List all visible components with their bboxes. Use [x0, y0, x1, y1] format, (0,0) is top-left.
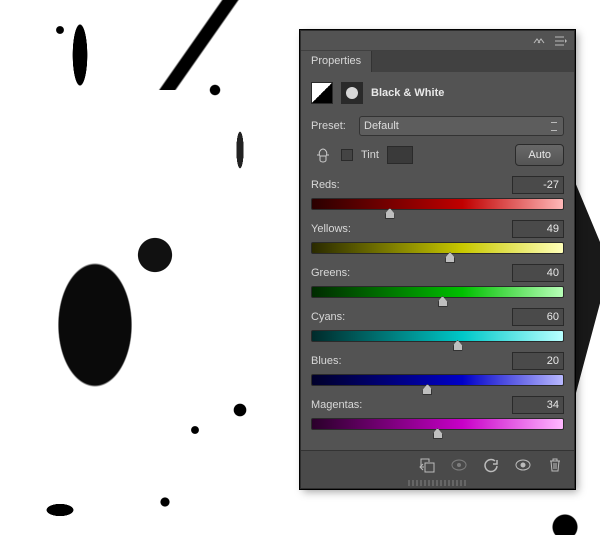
panel-menu-icon[interactable] [554, 34, 568, 48]
slider-reds: Reds: [311, 176, 564, 210]
panel-footer [301, 450, 574, 478]
slider-cyans: Cyans: [311, 308, 564, 342]
slider-magentas: Magentas: [311, 396, 564, 430]
properties-panel: Properties Black & White Preset: Default… [300, 30, 575, 489]
preset-row: Preset: Default [311, 116, 564, 136]
panel-body: Black & White Preset: Default Tint Auto … [301, 72, 574, 450]
tint-row: Tint Auto [311, 144, 564, 166]
slider-thumb-magentas[interactable] [433, 428, 443, 439]
slider-track-cyans[interactable] [311, 330, 564, 342]
collapse-icon[interactable] [532, 34, 546, 48]
slider-value-blues[interactable] [512, 352, 564, 370]
slider-track-magentas[interactable] [311, 418, 564, 430]
slider-value-yellows[interactable] [512, 220, 564, 238]
slider-track-blues[interactable] [311, 374, 564, 386]
delete-icon[interactable] [546, 456, 564, 474]
slider-label-blues: Blues: [311, 355, 342, 367]
slider-track-yellows[interactable] [311, 242, 564, 254]
adjustment-type-row: Black & White [311, 78, 564, 112]
slider-label-cyans: Cyans: [311, 311, 345, 323]
reset-icon[interactable] [482, 456, 500, 474]
preset-select[interactable]: Default [359, 116, 564, 136]
tint-checkbox[interactable] [341, 149, 353, 161]
adjustment-name: Black & White [371, 87, 444, 99]
slider-blues: Blues: [311, 352, 564, 386]
view-previous-state-icon[interactable] [450, 456, 468, 474]
layer-mask-icon[interactable] [341, 82, 363, 104]
slider-track-greens[interactable] [311, 286, 564, 298]
slider-yellows: Yellows: [311, 220, 564, 254]
slider-greens: Greens: [311, 264, 564, 298]
slider-label-reds: Reds: [311, 179, 340, 191]
black-white-adjustment-icon[interactable] [311, 82, 333, 104]
slider-label-yellows: Yellows: [311, 223, 351, 235]
toggle-visibility-icon[interactable] [514, 456, 532, 474]
slider-thumb-cyans[interactable] [453, 340, 463, 351]
slider-label-greens: Greens: [311, 267, 350, 279]
panel-resize-grip[interactable] [301, 478, 574, 488]
tint-label: Tint [361, 149, 379, 161]
sliders-group: Reds: Yellows: Greens: Cyans: Blues: Magentas… [311, 176, 564, 430]
panel-titlebar [301, 31, 574, 51]
slider-thumb-yellows[interactable] [445, 252, 455, 263]
slider-value-magentas[interactable] [512, 396, 564, 414]
slider-value-reds[interactable] [512, 176, 564, 194]
slider-value-greens[interactable] [512, 264, 564, 282]
tint-color-swatch[interactable] [387, 146, 413, 164]
slider-thumb-blues[interactable] [422, 384, 432, 395]
slider-label-magentas: Magentas: [311, 399, 362, 411]
targeted-adjustment-icon[interactable] [313, 147, 333, 163]
tab-properties[interactable]: Properties [301, 51, 372, 72]
slider-value-cyans[interactable] [512, 308, 564, 326]
panel-tabs: Properties [301, 51, 574, 72]
auto-button[interactable]: Auto [515, 144, 564, 166]
slider-track-reds[interactable] [311, 198, 564, 210]
preset-label: Preset: [311, 120, 353, 132]
slider-thumb-greens[interactable] [438, 296, 448, 307]
slider-thumb-reds[interactable] [385, 208, 395, 219]
clip-to-layer-icon[interactable] [418, 456, 436, 474]
